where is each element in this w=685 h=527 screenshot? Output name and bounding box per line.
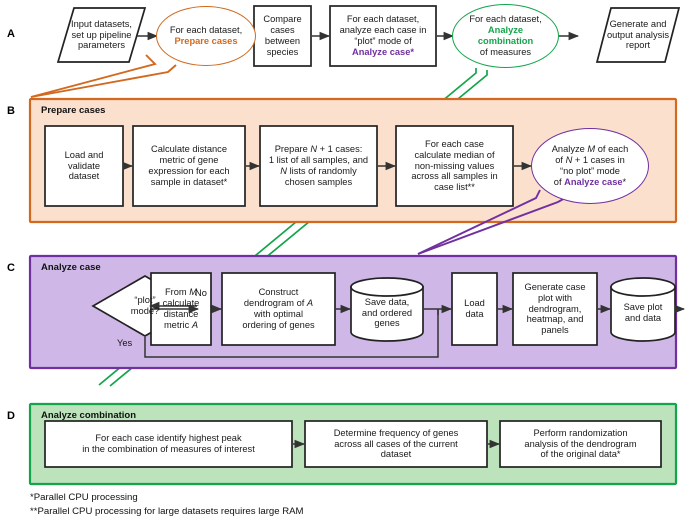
node-c1-text: “plot” mode? <box>130 295 160 316</box>
node-c5-text: Load data <box>464 298 485 319</box>
node-b5-text: Analyze M of each of N + 1 cases in “no pl… <box>551 143 629 188</box>
node-c3: Construct dendrogram of Awith optimal orde… <box>222 273 335 345</box>
node-c2-text: From Mcalculate distance metric A <box>162 287 200 330</box>
node-d3-text: Perform randomization analysis of the den… <box>524 427 637 460</box>
panel-c-title: Analyze case <box>41 262 101 273</box>
node-a4: For each dataset, analyze each case in “pl… <box>330 6 436 66</box>
panel-d-title: Analyze combination <box>41 410 137 421</box>
node-a4-text: For each dataset, analyze each case in “pl… <box>339 14 427 57</box>
panel-letter-a: A <box>7 28 15 40</box>
node-b2-text: Calculate distance metric of gene expressi… <box>148 144 230 187</box>
footnote-1: *Parallel CPU processing <box>30 492 138 503</box>
node-a2-prepare-cases-bubble[interactable]: For each dataset, Prepare cases <box>156 6 256 66</box>
panel-letter-b: B <box>7 105 15 117</box>
node-a1-text: Input datasets, set up pipeline parameters <box>71 18 132 51</box>
node-a3: Compare cases between species <box>254 6 311 66</box>
node-b1-text: Load and validate dataset <box>64 149 104 182</box>
node-c6-text: Generate case plot with dendrogram, heatmap… <box>524 281 586 336</box>
panel-letter-d: D <box>7 410 15 422</box>
node-b4: For each case calculate median of non-miss… <box>396 126 513 206</box>
node-a1: Input datasets, set up pipeline parameters <box>58 8 145 62</box>
node-b3-text: Prepare N + 1 cases: 1 list of all sample… <box>268 144 369 187</box>
node-b5-analyze-case-bubble[interactable]: Analyze M of each of N + 1 cases in “no pl… <box>531 128 649 204</box>
node-c2: From Mcalculate distance metric A <box>151 273 211 345</box>
node-b1: Load and validate dataset <box>45 126 123 206</box>
node-d2-text: Determine frequency of genes across all c… <box>333 427 459 460</box>
panel-b-title: Prepare cases <box>41 105 106 116</box>
node-b4-text: For each case calculate median of non-miss… <box>411 138 498 193</box>
node-a6-text: Generate and output analysis report <box>606 18 670 51</box>
node-c6: Generate case plot with dendrogram, heatmap… <box>513 273 597 345</box>
node-d1: For each case identify highest peak in th… <box>45 421 292 467</box>
node-a5-analyze-combination-bubble[interactable]: For each dataset, Analyze combination of m… <box>452 4 559 68</box>
node-b3: Prepare N + 1 cases: 1 list of all sample… <box>260 126 377 206</box>
node-c7-text: Save plot and data <box>623 302 663 323</box>
node-b2: Calculate distance metric of gene expressi… <box>133 126 245 206</box>
flowchart-figure: A B C D Prepare cases Analyze case Analy… <box>0 0 685 527</box>
node-d3: Perform randomization analysis of the den… <box>500 421 661 467</box>
diagram-text-layer: A B C D Prepare cases Analyze case Analy… <box>0 0 685 527</box>
node-a6: Generate and output analysis report <box>597 8 679 62</box>
node-d1-text: For each case identify highest peak in th… <box>82 433 255 454</box>
footnote-2: **Parallel CPU processing for large data… <box>30 506 304 517</box>
node-a3-text: Compare cases between species <box>263 14 302 57</box>
node-a5-text: For each dataset, Analyze combination of m… <box>469 13 542 58</box>
node-c4: Save data, and ordered genes <box>351 287 423 339</box>
panel-letter-c: C <box>7 262 15 274</box>
node-a2-text: For each dataset, Prepare cases <box>169 24 243 46</box>
node-d2: Determine frequency of genes across all c… <box>305 421 487 467</box>
node-c3-text: Construct dendrogram of Awith optimal orde… <box>242 287 315 330</box>
node-c7: Save plot and data <box>611 287 675 339</box>
edge-label-yes: Yes <box>117 338 133 348</box>
node-c5: Load data <box>452 273 497 345</box>
node-c4-text: Save data, and ordered genes <box>361 296 413 329</box>
